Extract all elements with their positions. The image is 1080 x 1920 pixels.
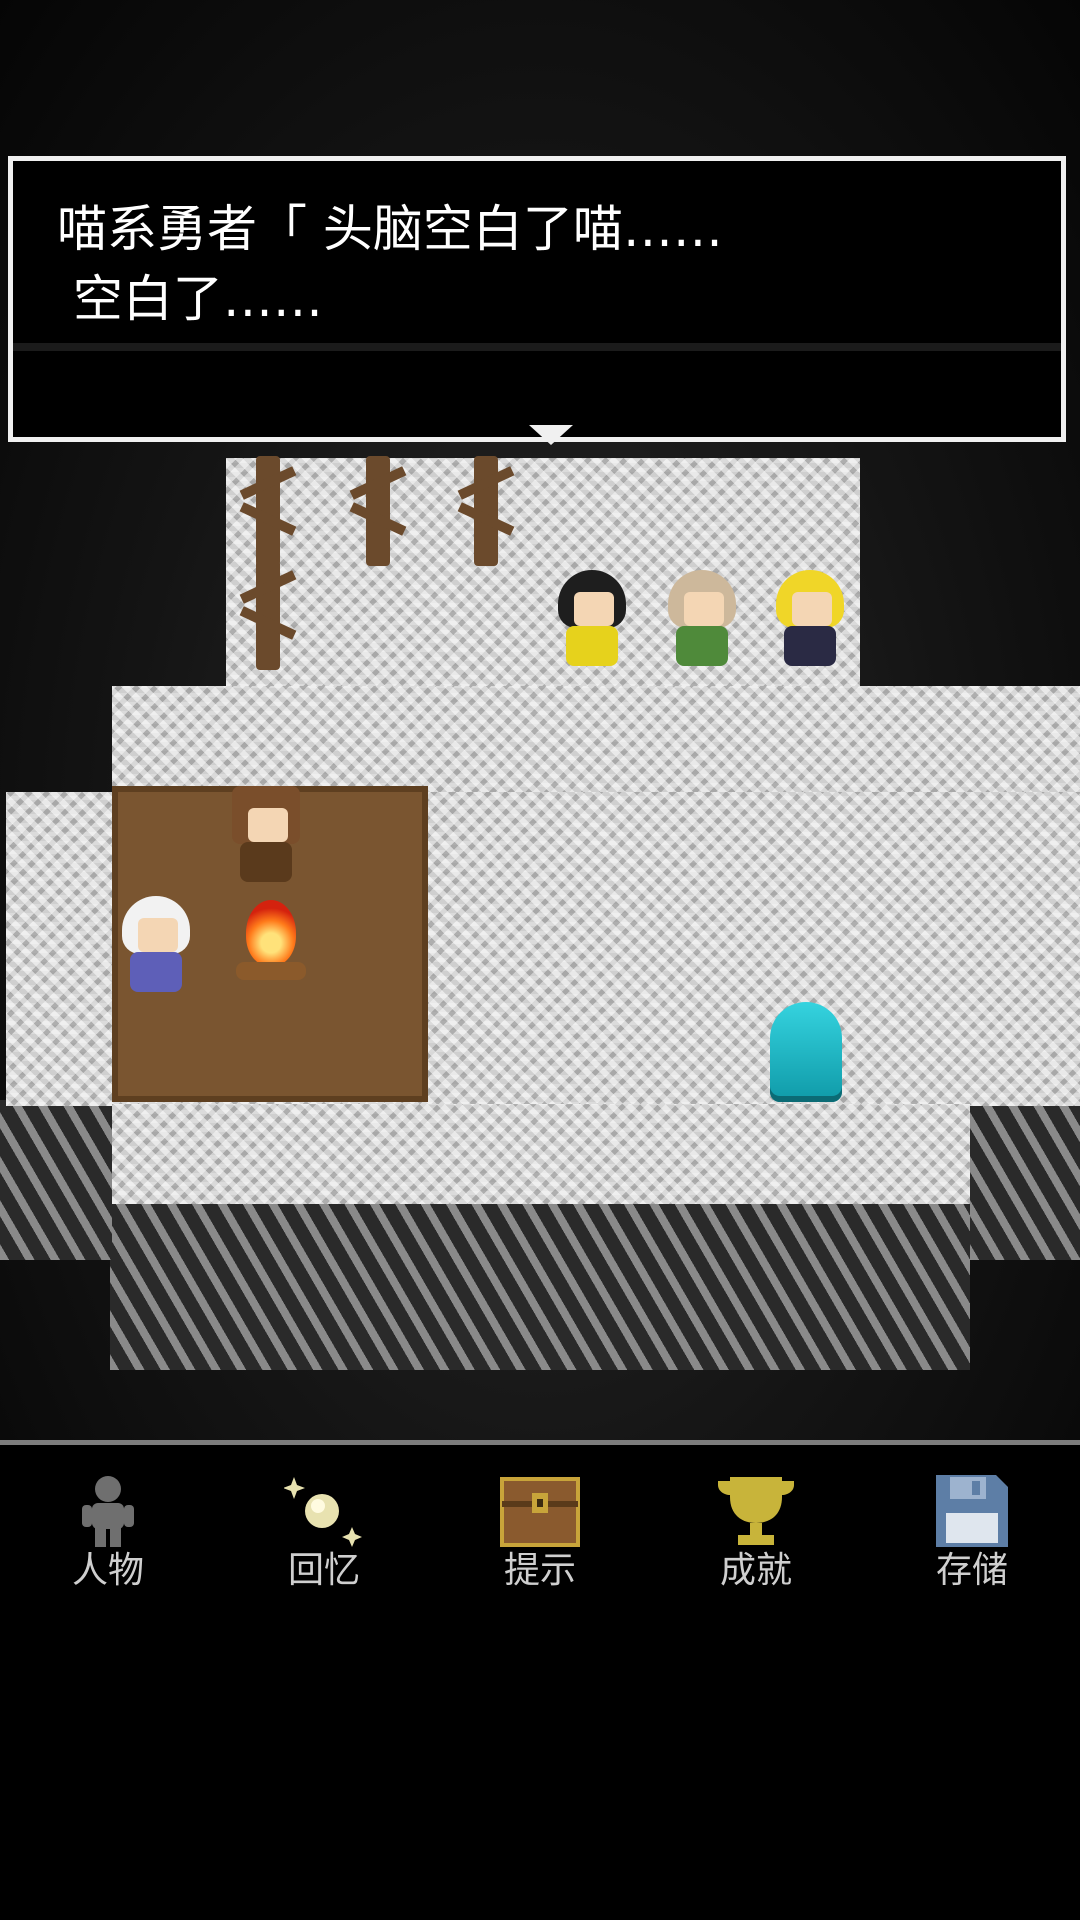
bottom-menu-bar: 人物 回忆 提示 成就 存储 (0, 1440, 1080, 1595)
dialog-advance-arrow-icon[interactable] (529, 425, 573, 445)
menu-label: 提示 (503, 1550, 576, 1591)
campfire[interactable] (236, 900, 306, 990)
save-crystal[interactable] (770, 1002, 842, 1102)
dead-tree (474, 456, 498, 566)
character-white-hood-girl[interactable] (116, 896, 196, 996)
person-icon (82, 1476, 134, 1547)
dialog-box[interactable]: 喵系勇者「 头脑空白了喵…… 空白了…… (8, 156, 1066, 445)
dialog-divider (13, 343, 1061, 351)
sparkle-memory-icon (284, 1477, 362, 1547)
menu-item-memories[interactable]: 回忆 (216, 1461, 432, 1591)
menu-label: 存储 (935, 1550, 1008, 1591)
character-blonde-girl[interactable] (770, 570, 850, 670)
dialog-line-1: 喵系勇者「 头脑空白了喵…… (57, 200, 723, 258)
character-cowboy-hat-man[interactable] (226, 786, 306, 886)
stone-floor-middle (112, 686, 1080, 796)
dead-tree (366, 456, 390, 566)
menu-label: 成就 (719, 1550, 792, 1591)
menu-item-achievements[interactable]: 成就 (648, 1461, 864, 1591)
character-silver-hair-boy[interactable] (662, 570, 742, 670)
firewood (236, 962, 306, 980)
menu-item-save[interactable]: 存储 (864, 1461, 1080, 1591)
flame (246, 900, 296, 966)
character-black-hair-girl[interactable] (552, 570, 632, 670)
menu-label: 回忆 (287, 1550, 360, 1591)
stone-floor-bottom (112, 1104, 970, 1204)
trophy-icon (718, 1477, 794, 1545)
floppy-disk-icon (936, 1475, 1008, 1547)
dead-tree (256, 560, 280, 670)
stone-floor-upper (226, 458, 860, 688)
rock-wall-bottom (110, 1200, 970, 1370)
rock-wall-left (0, 1100, 112, 1260)
menu-item-characters[interactable]: 人物 (0, 1461, 216, 1591)
menu-item-hints[interactable]: 提示 (432, 1461, 648, 1591)
dialog-line-2: 空白了…… (57, 270, 323, 328)
rock-wall-right (970, 1100, 1080, 1260)
treasure-chest-icon (500, 1477, 580, 1547)
dead-tree (256, 456, 280, 566)
menu-label: 人物 (71, 1550, 144, 1591)
